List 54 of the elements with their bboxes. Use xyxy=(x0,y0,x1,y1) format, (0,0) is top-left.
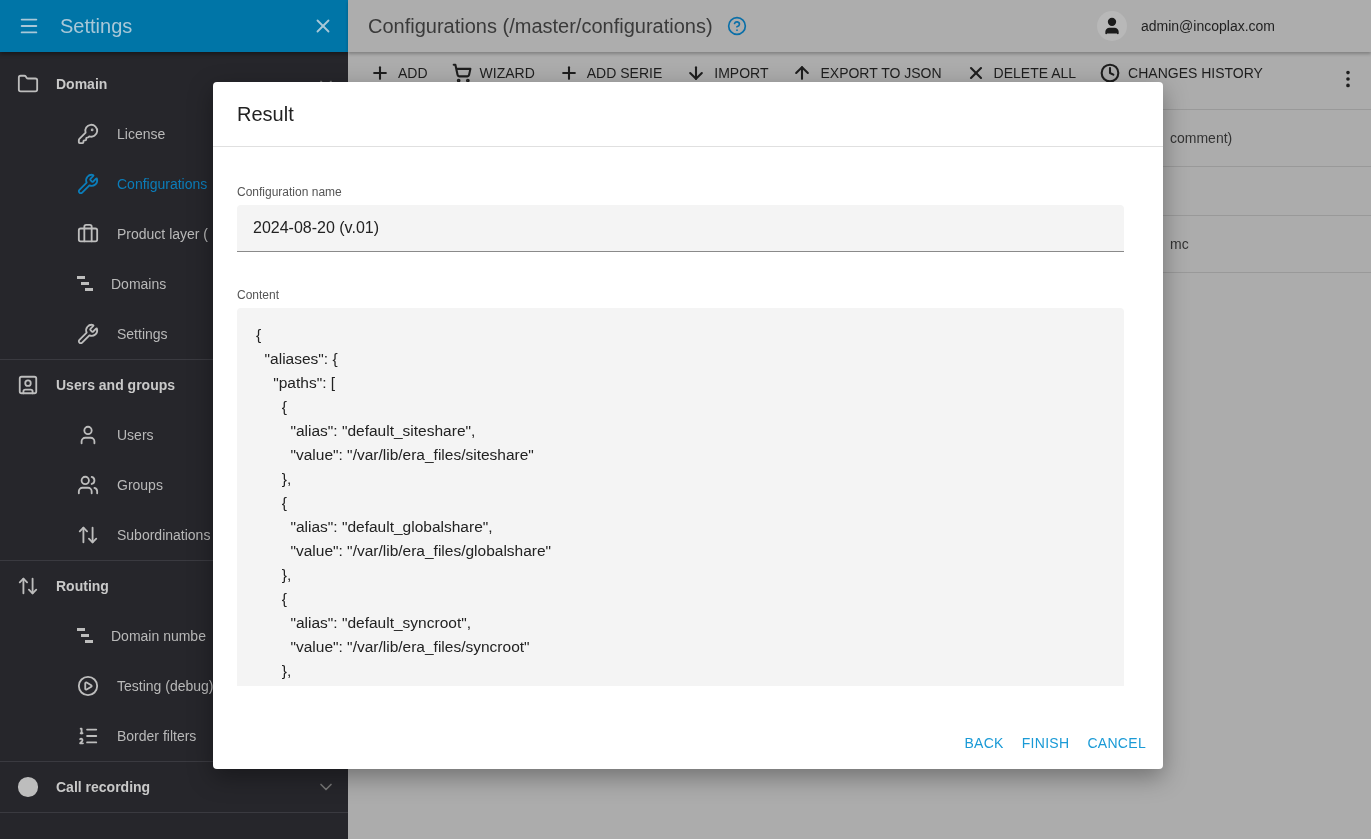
cart-icon xyxy=(451,63,472,83)
contact-card-icon xyxy=(17,374,39,396)
sidebar-item[interactable]: Users xyxy=(117,427,154,443)
code-line: "paths": [ xyxy=(272,373,336,393)
sidebar-item[interactable]: License xyxy=(117,126,166,142)
code-line: "value": "/var/lib/era_files/siteshare" xyxy=(289,445,534,465)
code-line: }, xyxy=(280,661,292,681)
table-cell: mc xyxy=(1170,236,1189,252)
code-line: "aliases": { xyxy=(263,349,338,369)
code-line: "value": "/var/lib/era_files/globalshare" xyxy=(289,541,552,561)
plus-icon xyxy=(370,63,390,83)
user-email: admin@incoplax.com xyxy=(1140,18,1275,34)
sidebar-item[interactable]: Product layer ( xyxy=(117,226,209,242)
arrows-up-down-icon xyxy=(17,575,39,597)
code-line: "alias": "default_globalshare", xyxy=(289,517,493,537)
sidebar-item[interactable]: Settings xyxy=(117,326,168,342)
avatar-icon[interactable] xyxy=(1096,11,1127,41)
numbered-list-icon xyxy=(77,725,99,747)
folder-icon xyxy=(17,73,39,95)
sidebar-item[interactable]: Groups xyxy=(117,477,163,493)
code-line: { xyxy=(280,589,287,609)
sidebar-item[interactable]: Domain numbe xyxy=(111,628,206,644)
circle-icon xyxy=(17,776,39,798)
name-field[interactable]: 2024-08-20 (v.01) xyxy=(237,205,1124,252)
code-line: { xyxy=(280,493,287,513)
hierarchy-icon xyxy=(77,275,93,293)
code-line: "alias": "default_syncroot", xyxy=(289,613,471,633)
sidebar-item[interactable]: Testing (debug) xyxy=(117,678,214,694)
arrows-up-down-icon xyxy=(77,524,99,546)
code-line: }, xyxy=(280,469,292,489)
field-label: Content xyxy=(237,288,281,302)
field-label: Configuration name xyxy=(237,185,343,199)
code-line: { xyxy=(256,325,262,345)
wrench-icon xyxy=(77,173,99,195)
dialog-title: Result xyxy=(213,82,1163,147)
wrench-icon xyxy=(77,323,99,345)
sidebar-item[interactable]: Border filters xyxy=(117,728,197,744)
briefcase-icon xyxy=(77,223,99,245)
help-icon[interactable] xyxy=(726,16,747,36)
sidebar-title: Settings xyxy=(60,14,134,38)
people-icon xyxy=(77,474,99,496)
code-line: "value": "/var/lib/era_files/syncroot" xyxy=(289,637,530,657)
table-cell: comment) xyxy=(1170,130,1233,146)
code-line: "alias": "default_siteshare", xyxy=(289,421,476,441)
play-icon xyxy=(77,675,99,697)
sidebar-item[interactable]: Subordinations xyxy=(117,527,211,543)
hierarchy-icon xyxy=(77,627,93,645)
code-line: { xyxy=(280,397,287,417)
code-line: }, xyxy=(280,565,292,585)
clock-icon xyxy=(1100,63,1121,83)
sidebar-item[interactable]: Domains xyxy=(111,276,167,292)
sidebar-group[interactable]: Call recording xyxy=(56,779,299,795)
page-title: Configurations (/master/configurations) xyxy=(368,14,713,38)
key-icon xyxy=(77,123,99,145)
